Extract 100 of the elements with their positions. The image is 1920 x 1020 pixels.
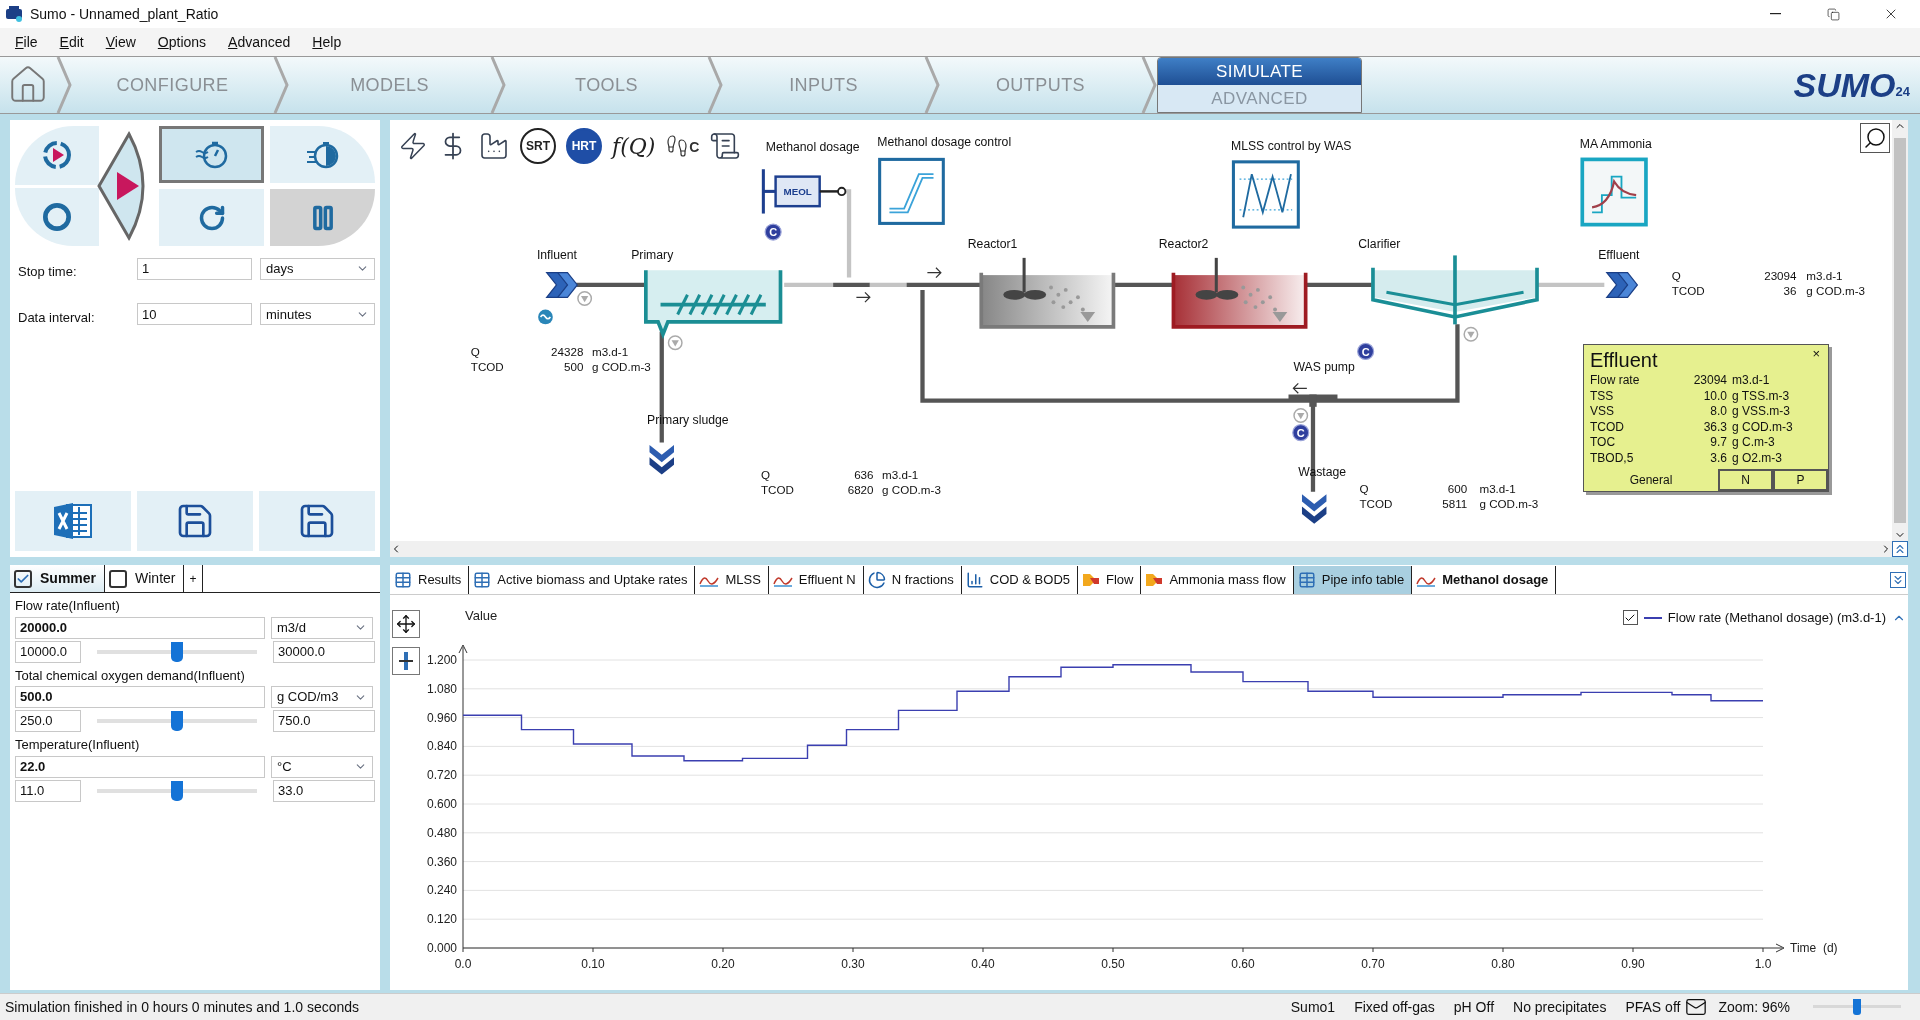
stop-button[interactable]	[15, 187, 99, 246]
menu-item[interactable]: View	[105, 31, 136, 53]
pipe[interactable]	[576, 282, 646, 288]
pipe[interactable]	[1306, 282, 1372, 288]
controller-badge[interactable]: C	[1357, 342, 1375, 361]
output-tab[interactable]: N fractions	[863, 565, 962, 594]
min-field[interactable]: 10000.0	[15, 640, 81, 663]
property-unit: g VSS.m-3	[1731, 404, 1791, 420]
metric-button[interactable]: HRT	[566, 128, 602, 164]
max-field[interactable]: 33.0	[273, 779, 375, 802]
mail-icon[interactable]	[1685, 996, 1708, 1018]
lightning-icon[interactable]	[398, 131, 428, 161]
slider-thumb[interactable]	[171, 641, 183, 662]
close-button[interactable]: ×	[1810, 347, 1822, 361]
min-field[interactable]: 11.0	[15, 779, 81, 802]
output-tab[interactable]: Pipe info table	[1293, 565, 1413, 594]
excel-export-button[interactable]	[15, 491, 131, 551]
sludge-outlet-icon[interactable]	[649, 445, 674, 475]
reset-button[interactable]	[159, 189, 264, 246]
collapse-icon[interactable]	[1892, 541, 1908, 557]
reactor-tank[interactable]	[979, 257, 1116, 329]
nav-tab[interactable]: SIMULATE	[1158, 58, 1361, 85]
pipe[interactable]	[920, 289, 1460, 403]
menu-item[interactable]: Advanced	[228, 31, 291, 53]
scenario-tab[interactable]: Summer	[10, 565, 106, 592]
pan-button[interactable]	[392, 610, 420, 638]
scenario-checkbox[interactable]	[14, 569, 32, 588]
value-field[interactable]: 500.0	[15, 686, 265, 708]
function-button[interactable]: f(Q)	[612, 129, 656, 163]
vertical-scrollbar[interactable]	[1892, 120, 1908, 541]
primary-clarifier[interactable]	[644, 268, 783, 340]
unit-dropdown[interactable]: m3/d	[271, 616, 373, 639]
number-field[interactable]: 1	[137, 257, 252, 280]
max-field[interactable]: 750.0	[273, 710, 375, 732]
save-button[interactable]	[259, 491, 375, 551]
tab-separator	[56, 57, 72, 113]
controller-badge[interactable]: C	[764, 223, 782, 241]
slider-thumb[interactable]	[1853, 999, 1861, 1015]
popup-tab[interactable]: P	[1773, 469, 1828, 491]
ramp-controller[interactable]	[878, 157, 945, 225]
unit-dropdown[interactable]: minutes	[260, 303, 375, 326]
dynamic-simulation-button[interactable]	[159, 126, 264, 183]
reset-icon	[197, 203, 226, 232]
metric-button[interactable]: SRT	[520, 128, 556, 164]
pipe[interactable]	[833, 282, 870, 288]
unit-label: MLSS control by WAS	[1230, 138, 1352, 153]
wave-icon[interactable]	[538, 309, 553, 325]
menu-item[interactable]: Options	[157, 31, 207, 53]
legend-checkbox[interactable]	[1622, 610, 1638, 626]
number-field[interactable]: 10	[137, 303, 252, 326]
secondary-clarifier[interactable]	[1371, 255, 1539, 325]
controller-badge[interactable]: C	[1292, 424, 1310, 442]
popup-tab[interactable]: N	[1718, 469, 1773, 491]
slider-thumb[interactable]	[171, 711, 183, 731]
wave-controller[interactable]	[1231, 160, 1300, 229]
menu-item[interactable]: File	[15, 31, 38, 53]
horizontal-scrollbar[interactable]	[390, 541, 1892, 557]
unit-dropdown[interactable]: g COD/m3	[271, 686, 373, 708]
add-tab-button[interactable]: +	[184, 565, 203, 592]
unit-dropdown[interactable]: days	[260, 257, 375, 280]
pipe[interactable]	[906, 282, 981, 288]
output-tab[interactable]: Ammonia mass flow	[1141, 565, 1294, 594]
footprint-button[interactable]: C	[665, 134, 700, 158]
output-tab[interactable]: Active biomass and Uptake rates	[469, 565, 696, 594]
value-field[interactable]: 22.0	[15, 755, 265, 778]
effluent-icon[interactable]	[1605, 272, 1639, 298]
output-tab[interactable]: Results	[390, 565, 470, 594]
scenario-checkbox[interactable]	[109, 569, 128, 588]
value-field[interactable]: 20000.0	[15, 616, 265, 639]
sludge-outlet-icon[interactable]	[1301, 494, 1327, 524]
x-tick-label: 0.70	[1361, 957, 1385, 971]
scroll-icon[interactable]	[709, 130, 742, 162]
min-field[interactable]: 250.0	[15, 710, 81, 732]
dosing-unit[interactable]: MEOL	[761, 169, 847, 214]
menu-item[interactable]: Edit	[59, 31, 84, 53]
load-button[interactable]	[137, 491, 253, 551]
slider-thumb[interactable]	[171, 780, 183, 801]
output-tab[interactable]: COD & BOD5	[961, 565, 1078, 594]
output-tab[interactable]: MLSS	[695, 565, 769, 594]
unit-label: Methanol dosage control	[877, 134, 1012, 149]
popup-tab[interactable]: General	[1584, 469, 1718, 491]
influent-icon[interactable]	[545, 272, 579, 298]
curve-controller[interactable]	[1580, 157, 1648, 227]
menu-item[interactable]: Help	[312, 31, 342, 53]
bar-chart-icon	[965, 570, 984, 589]
steady-state-button[interactable]	[15, 126, 99, 185]
pump-junction[interactable]	[1288, 394, 1338, 407]
search-button[interactable]	[1860, 123, 1890, 153]
zoom-bar-button[interactable]	[392, 647, 420, 675]
reactor-tank[interactable]	[1171, 257, 1308, 329]
fast-simulation-button[interactable]	[270, 126, 375, 183]
pipe[interactable]	[1114, 282, 1173, 288]
collapse-icon[interactable]	[1890, 571, 1906, 588]
scrollbar-thumb[interactable]	[1894, 138, 1906, 523]
output-tab[interactable]: Flow	[1078, 565, 1142, 594]
output-tab[interactable]: Effluent N	[768, 565, 864, 594]
unit-dropdown[interactable]: °C	[271, 755, 373, 778]
max-field[interactable]: 30000.0	[273, 640, 375, 663]
factory-icon[interactable]	[478, 130, 510, 162]
output-tab[interactable]: Methanol dosage	[1412, 565, 1557, 594]
